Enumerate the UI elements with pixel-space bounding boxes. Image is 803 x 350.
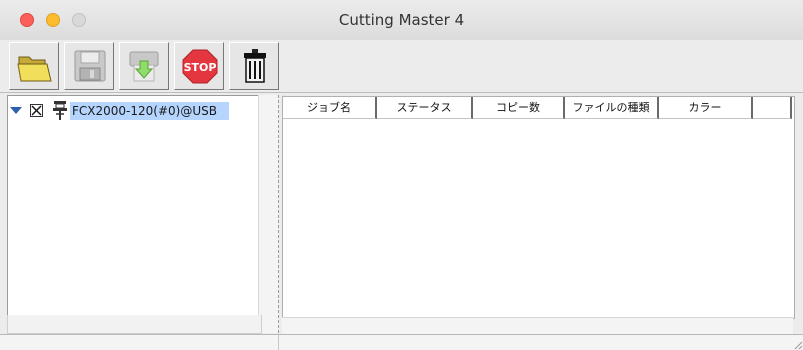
delete-button[interactable] <box>229 42 279 90</box>
resize-grip-icon[interactable] <box>791 338 803 350</box>
folder-icon <box>17 56 52 82</box>
status-bar <box>0 334 803 350</box>
save-button[interactable] <box>64 42 114 90</box>
send-to-plotter-icon <box>129 51 159 82</box>
toolbar: STOP <box>0 40 803 93</box>
open-button[interactable] <box>9 42 59 90</box>
cutter-device-icon <box>53 101 67 120</box>
status-bar-separator <box>278 335 279 350</box>
device-tree-label[interactable]: FCX2000-120(#0)@USB <box>70 102 229 120</box>
job-table[interactable]: ジョブ名 ステータス コピー数 ファイルの種類 カラー <box>282 96 795 319</box>
window-title: Cutting Master 4 <box>338 11 465 29</box>
stop-button[interactable]: STOP <box>174 42 224 90</box>
disclosure-triangle-icon[interactable] <box>10 107 22 115</box>
stop-sign-icon: STOP <box>182 49 218 84</box>
send-to-plotter-button[interactable] <box>119 42 169 90</box>
device-tree-vertical-scrollbar[interactable] <box>258 95 279 333</box>
device-checkbox[interactable] <box>30 104 43 117</box>
column-header-extra[interactable] <box>753 97 792 119</box>
trash-can-icon <box>244 49 266 83</box>
column-header-status[interactable]: ステータス <box>377 97 473 119</box>
device-tree-panel[interactable] <box>7 95 262 316</box>
column-header-file-type[interactable]: ファイルの種類 <box>565 97 659 119</box>
floppy-disk-icon <box>74 50 106 82</box>
title-bar[interactable]: Cutting Master 4 <box>0 0 803 41</box>
stop-icon-text: STOP <box>184 61 217 74</box>
column-header-job-name[interactable]: ジョブ名 <box>283 97 377 119</box>
job-table-horizontal-scrollbar[interactable] <box>282 317 793 334</box>
app-window: Cutting Master 4 STOP FCX2000-120(#0)@US… <box>0 0 803 350</box>
column-header-copies[interactable]: コピー数 <box>473 97 565 119</box>
device-tree-horizontal-scrollbar[interactable] <box>7 315 262 334</box>
column-header-color[interactable]: カラー <box>659 97 753 119</box>
